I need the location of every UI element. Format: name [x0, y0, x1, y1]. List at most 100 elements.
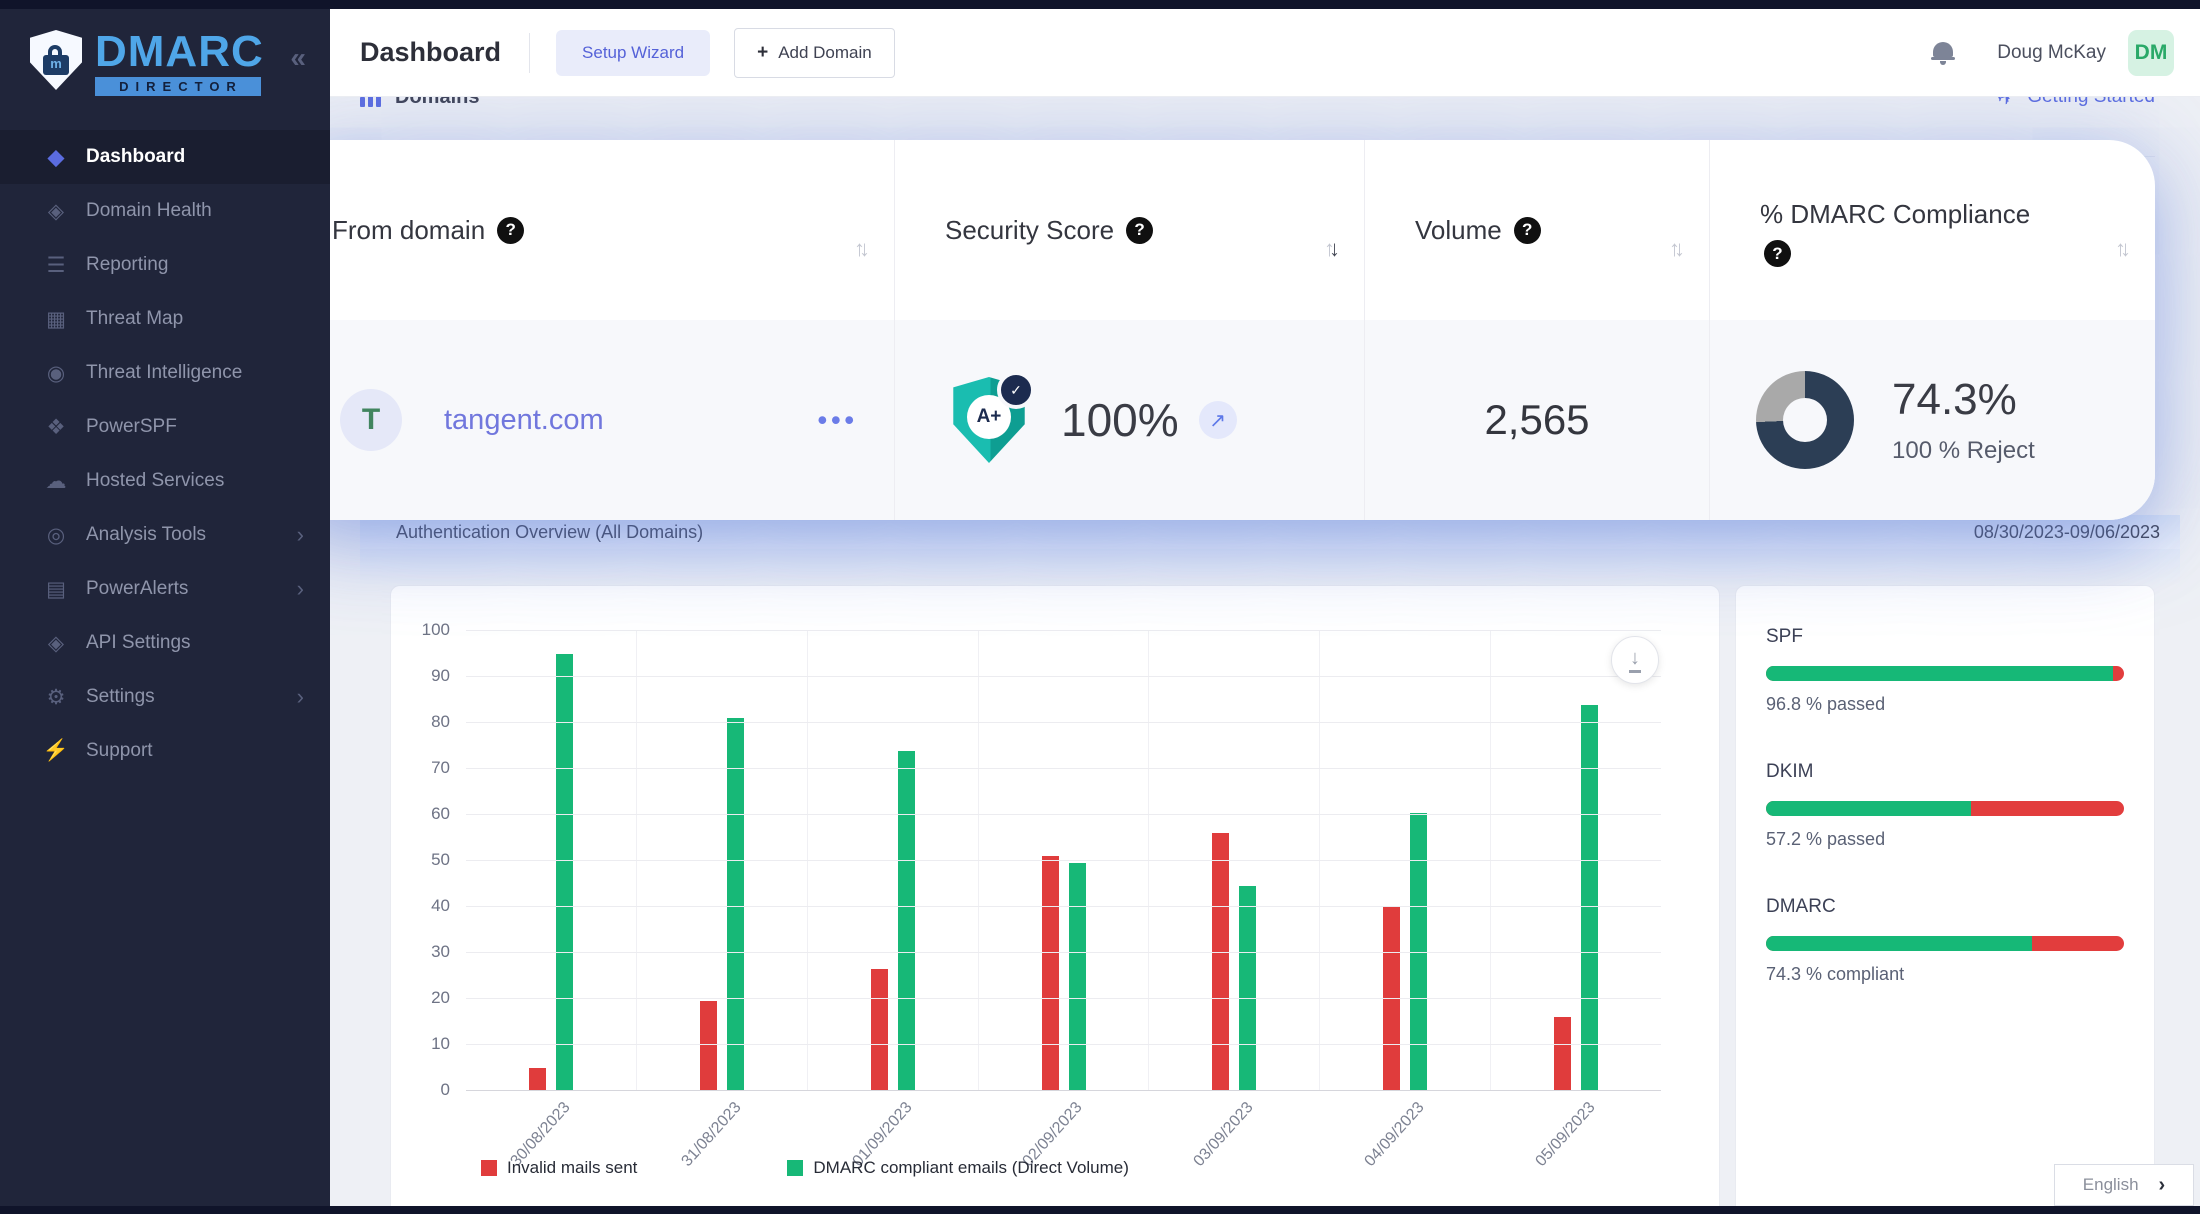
help-icon[interactable]: ?	[1764, 240, 1791, 267]
sidebar-item-label: Threat Map	[86, 308, 183, 330]
sort-icons[interactable]: ↑↓	[1324, 236, 1340, 262]
x-axis-label: 30/08/2023	[466, 1091, 637, 1109]
sidebar-item-analysis-tools[interactable]: ◎Analysis Tools›	[0, 508, 330, 562]
powerspf-icon: ❖	[38, 415, 74, 440]
bar-group	[807, 631, 978, 1091]
threat-intelligence-icon: ◉	[38, 361, 74, 386]
column-header-dmarc-compliance[interactable]: % DMARC Compliance ? ↑↓	[1710, 140, 2155, 320]
sidebar-item-label: PowerAlerts	[86, 578, 188, 600]
window-top-edge	[0, 0, 2200, 9]
stat-progress-fill	[1766, 936, 2032, 951]
analysis-tools-icon: ◎	[38, 523, 74, 548]
auth-overview-date-range: 08/30/2023-09/06/2023	[1974, 522, 2160, 543]
score-trend-icon[interactable]: ↗	[1199, 401, 1237, 439]
sidebar-item-label: Analysis Tools	[86, 524, 206, 546]
sidebar-item-reporting[interactable]: ☰Reporting	[0, 238, 330, 292]
x-axis-label: 05/09/2023	[1490, 1091, 1661, 1109]
sidebar-item-label: Hosted Services	[86, 470, 224, 492]
table-row-domain-cell: T tangent.com •••	[282, 320, 894, 520]
y-axis-tick: 10	[431, 1034, 450, 1054]
stat-label: SPF	[1766, 626, 2124, 648]
gridline: 80	[466, 722, 1661, 723]
sidebar: DMARC DIRECTOR « ◆Dashboard◈Domain Healt…	[0, 0, 330, 1214]
stat-caption: 74.3 % compliant	[1766, 964, 2124, 985]
sidebar-item-dashboard[interactable]: ◆Dashboard	[0, 130, 330, 184]
y-axis-tick: 50	[431, 850, 450, 870]
sidebar-item-support[interactable]: ⚡ Support	[0, 724, 330, 778]
stat-caption: 57.2 % passed	[1766, 829, 2124, 850]
stat-label: DMARC	[1766, 896, 2124, 918]
sidebar-item-settings[interactable]: ⚙Settings›	[0, 670, 330, 724]
sort-icons[interactable]: ↑↓	[1669, 236, 1685, 262]
chart-download-button[interactable]: ↓	[1611, 636, 1659, 684]
domain-initial-avatar: T	[340, 389, 402, 451]
stat-progress-bar	[1766, 936, 2124, 951]
table-row-volume-cell: 2,565	[1365, 320, 1709, 520]
chart-bars	[466, 631, 1661, 1091]
chart-plot: 30/08/202331/08/202301/09/202302/09/2023…	[466, 631, 1661, 1091]
sort-icons[interactable]: ↑↓	[854, 236, 870, 262]
check-badge-icon: ✓	[997, 371, 1035, 409]
y-axis-tick: 30	[431, 942, 450, 962]
bar-group	[1148, 631, 1319, 1091]
column-header-volume[interactable]: Volume ? ↑↓	[1365, 140, 1709, 320]
sidebar-item-threat-intelligence[interactable]: ◉Threat Intelligence	[0, 346, 330, 400]
sidebar-item-api-settings[interactable]: ◈API Settings	[0, 616, 330, 670]
gridline: 10	[466, 1044, 1661, 1045]
user-avatar[interactable]: DM	[2128, 30, 2174, 76]
sidebar-item-hosted-services[interactable]: ☁ Hosted Services	[0, 454, 330, 508]
stat-dkim: DKIM57.2 % passed	[1766, 761, 2124, 850]
support-icon: ⚡	[38, 739, 74, 763]
language-selector[interactable]: English ›	[2054, 1164, 2194, 1206]
help-icon[interactable]: ?	[1514, 217, 1541, 244]
chart-x-labels: 30/08/202331/08/202301/09/202302/09/2023…	[466, 1091, 1661, 1109]
user-name[interactable]: Doug McKay	[1997, 42, 2106, 64]
bar-group	[978, 631, 1149, 1091]
legend-item: Invalid mails sent	[481, 1158, 637, 1178]
sidebar-item-poweralerts[interactable]: ▤PowerAlerts›	[0, 562, 330, 616]
row-menu-icon[interactable]: •••	[818, 405, 858, 436]
chart-legend: Invalid mails sentDMARC compliant emails…	[481, 1158, 1129, 1178]
chevron-right-icon: ›	[2159, 1174, 2166, 1197]
hosted-services-icon: ☁	[38, 469, 74, 494]
sidebar-collapse-icon[interactable]: «	[290, 42, 306, 74]
gridline: 70	[466, 768, 1661, 769]
column-header-security-score[interactable]: Security Score ? ↑↓	[895, 140, 1364, 320]
dashboard-icon: ◆	[38, 145, 74, 170]
logo-subtitle: DIRECTOR	[95, 77, 261, 96]
window-bottom-edge	[0, 1206, 2200, 1214]
sidebar-item-label: PowerSPF	[86, 416, 177, 438]
bar	[1554, 1017, 1571, 1091]
auth-overview-header: Authentication Overview (All Domains) 08…	[360, 515, 2180, 549]
sort-icons[interactable]: ↑↓	[2115, 236, 2131, 262]
add-domain-button[interactable]: + Add Domain	[734, 28, 895, 78]
y-axis-tick: 100	[422, 620, 450, 640]
sidebar-item-threat-map[interactable]: ▦Threat Map	[0, 292, 330, 346]
sidebar-item-powerspf[interactable]: ❖ PowerSPF	[0, 400, 330, 454]
bar	[898, 751, 915, 1091]
gridline: 90	[466, 676, 1661, 677]
bar	[1383, 907, 1400, 1091]
download-icon: ↓	[1629, 648, 1641, 673]
legend-swatch	[787, 1160, 803, 1176]
chevron-right-icon: ›	[297, 684, 304, 710]
sidebar-item-label: Domain Health	[86, 200, 212, 222]
sidebar-item-domain-health[interactable]: ◈Domain Health	[0, 184, 330, 238]
auth-overview-fade	[360, 549, 2180, 587]
help-icon[interactable]: ?	[1126, 217, 1153, 244]
domain-link[interactable]: tangent.com	[444, 404, 604, 437]
sidebar-item-label: API Settings	[86, 632, 191, 654]
gridline: 40	[466, 906, 1661, 907]
notifications-bell-icon[interactable]	[1931, 41, 1955, 65]
topbar: Dashboard Setup Wizard + Add Domain Doug…	[330, 9, 2200, 97]
sidebar-item-label: Support	[86, 740, 153, 762]
stat-spf: SPF96.8 % passed	[1766, 626, 2124, 715]
setup-wizard-button[interactable]: Setup Wizard	[556, 30, 710, 76]
poweralerts-icon: ▤	[38, 577, 74, 602]
help-icon[interactable]: ?	[497, 217, 524, 244]
plus-icon: +	[757, 42, 768, 64]
gridline: 20	[466, 998, 1661, 999]
x-axis-label: 04/09/2023	[1320, 1091, 1491, 1109]
column-header-from-domain[interactable]: From domain ? ↑↓	[282, 140, 894, 320]
y-axis-tick: 90	[431, 666, 450, 686]
